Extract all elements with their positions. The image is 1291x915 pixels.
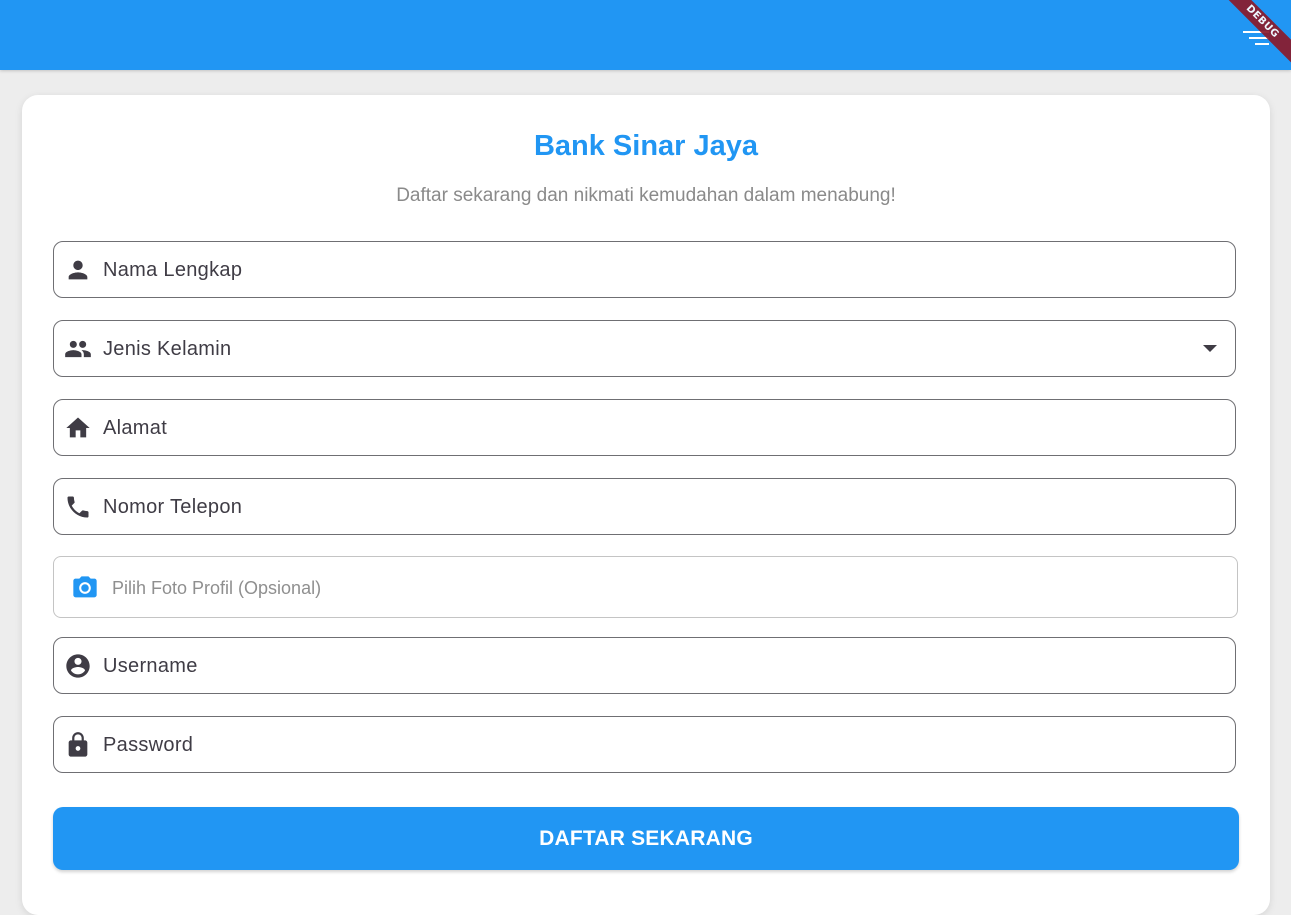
password-label: Password xyxy=(103,734,194,756)
phone-label: Nomor Telepon xyxy=(103,496,243,518)
username-label: Username xyxy=(103,655,198,677)
profile-photo-picker[interactable]: Pilih Foto Profil (Opsional) xyxy=(53,556,1238,618)
home-icon xyxy=(64,414,92,442)
person-icon xyxy=(64,256,92,284)
username-field[interactable]: Username xyxy=(53,637,1236,694)
password-field[interactable]: Password xyxy=(53,716,1236,773)
registration-card: Bank Sinar Jaya Daftar sekarang dan nikm… xyxy=(22,95,1270,915)
people-icon xyxy=(64,335,92,363)
camera-icon xyxy=(71,574,99,602)
gender-label: Jenis Kelamin xyxy=(103,338,232,360)
phone-icon xyxy=(64,493,92,521)
gender-dropdown[interactable]: Jenis Kelamin xyxy=(53,320,1236,377)
dropdown-arrow-icon xyxy=(1203,345,1217,352)
lock-icon xyxy=(64,731,92,759)
app-bar: DEBUG xyxy=(0,0,1291,70)
page-subtitle: Daftar sekarang dan nikmati kemudahan da… xyxy=(396,185,896,206)
address-label: Alamat xyxy=(103,417,168,439)
phone-field[interactable]: Nomor Telepon xyxy=(53,478,1236,535)
page-title: Bank Sinar Jaya xyxy=(533,130,759,162)
account-circle-icon xyxy=(64,652,92,680)
profile-photo-label: Pilih Foto Profil (Opsional) xyxy=(112,578,322,598)
address-field[interactable]: Alamat xyxy=(53,399,1236,456)
full-name-field[interactable]: Nama Lengkap xyxy=(53,241,1236,298)
full-name-label: Nama Lengkap xyxy=(103,259,243,281)
register-button[interactable]: DAFTAR SEKARANG xyxy=(53,807,1239,870)
